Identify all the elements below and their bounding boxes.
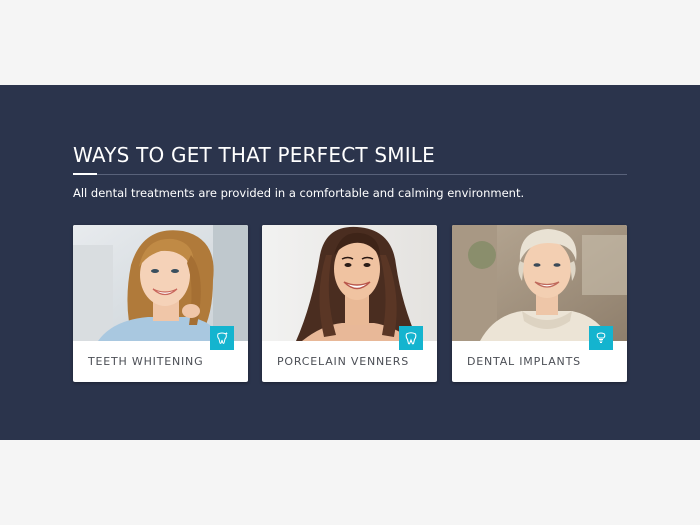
- services-section: WAYS TO GET THAT PERFECT SMILE All denta…: [0, 85, 700, 440]
- teeth-whitening-photo: [73, 225, 248, 341]
- service-card-teeth-whitening[interactable]: TEETH WHITENING: [73, 225, 248, 382]
- porcelain-venners-photo: [262, 225, 437, 341]
- dental-implants-photo: [452, 225, 627, 341]
- tooth-icon: [399, 326, 423, 350]
- service-label: TEETH WHITENING: [88, 355, 204, 368]
- implant-icon: [589, 326, 613, 350]
- section-heading: WAYS TO GET THAT PERFECT SMILE: [73, 143, 435, 167]
- section-subtitle: All dental treatments are provided in a …: [73, 186, 525, 200]
- heading-divider: [73, 174, 627, 175]
- service-card-porcelain-venners[interactable]: PORCELAIN VENNERS: [262, 225, 437, 382]
- sparkle-tooth-icon: [210, 326, 234, 350]
- bottom-band: [0, 440, 700, 525]
- service-label: PORCELAIN VENNERS: [277, 355, 410, 368]
- top-band: [0, 0, 700, 85]
- service-card-dental-implants[interactable]: DENTAL IMPLANTS: [452, 225, 627, 382]
- heading-divider-accent: [73, 173, 97, 175]
- service-label: DENTAL IMPLANTS: [467, 355, 581, 368]
